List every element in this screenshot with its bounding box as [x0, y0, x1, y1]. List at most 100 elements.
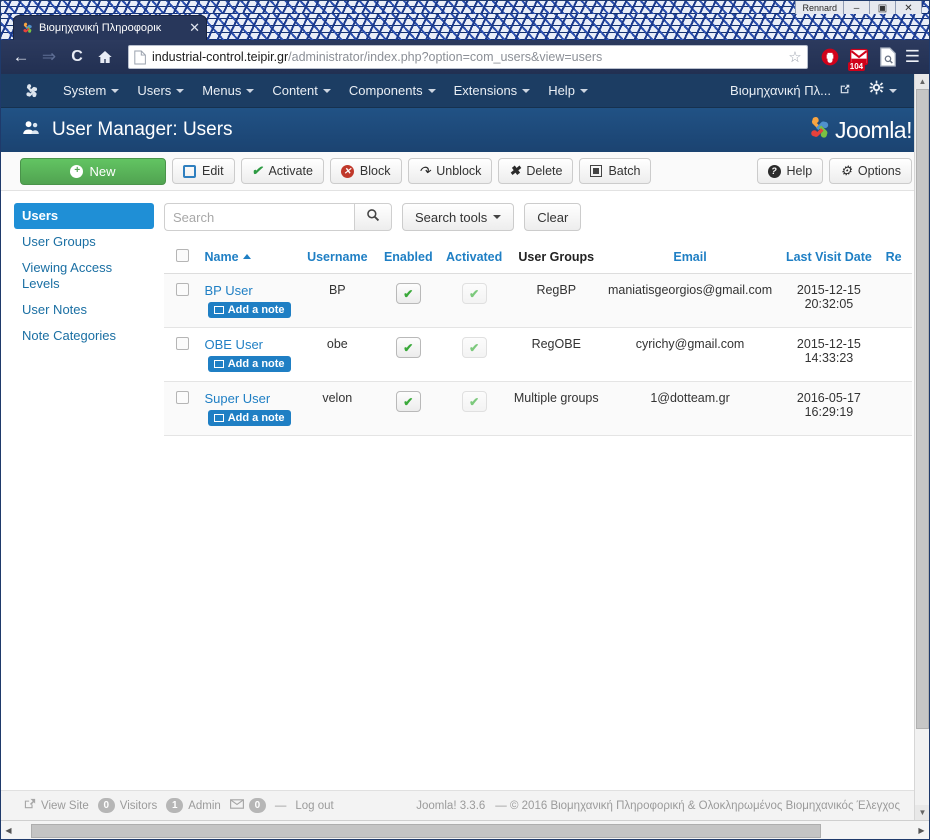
column-header-enabled[interactable]: Enabled	[376, 243, 440, 274]
activated-toggle[interactable]: ✔	[461, 391, 487, 412]
edit-button[interactable]: Edit	[172, 158, 235, 184]
row-select-cell[interactable]	[164, 327, 201, 382]
enabled-toggle[interactable]: ✔	[395, 337, 421, 358]
browser-menu-icon[interactable]: ☰	[905, 47, 920, 67]
row-select-cell[interactable]	[164, 381, 201, 436]
row-select-cell[interactable]	[164, 273, 201, 328]
column-header-registration-date[interactable]: Re	[881, 243, 913, 274]
back-icon[interactable]: ←	[8, 44, 34, 70]
column-header-name[interactable]: Name	[200, 243, 298, 274]
menu-item-users[interactable]: Users	[128, 74, 193, 108]
sidebar-item-note-categories[interactable]: Note Categories	[14, 323, 154, 349]
menu-item-components[interactable]: Components	[340, 74, 445, 108]
address-bar[interactable]: industrial-control.teipir.gr/administrat…	[128, 45, 808, 69]
scroll-right-arrow[interactable]: ▶	[913, 822, 930, 840]
view-site-link[interactable]: View Site	[24, 798, 89, 813]
sidebar-item-user-notes[interactable]: User Notes	[14, 297, 154, 323]
menu-item-system[interactable]: System	[54, 74, 128, 108]
bookmark-star-icon[interactable]: ☆	[782, 48, 801, 66]
batch-icon	[590, 165, 603, 177]
sidebar-item-label: Note Categories	[22, 328, 116, 343]
close-tab-icon[interactable]: ✕	[189, 21, 200, 34]
horizontal-scroll-thumb[interactable]	[31, 823, 821, 838]
gmail-icon[interactable]: 104	[846, 44, 872, 71]
chevron-down-icon	[176, 88, 185, 93]
admin-settings-menu[interactable]	[860, 74, 906, 108]
enabled-toggle[interactable]: ✔	[395, 391, 421, 412]
options-button-label: Options	[857, 164, 901, 178]
select-all-header[interactable]	[164, 243, 201, 274]
admin-stat: 1 Admin	[166, 798, 221, 813]
select-all-checkbox[interactable]	[175, 249, 189, 262]
home-icon[interactable]	[92, 44, 118, 70]
activate-button[interactable]: ✔ Activate	[240, 158, 324, 184]
column-header-email[interactable]: Email	[603, 243, 777, 274]
horizontal-scrollbar[interactable]: ◀ ▶	[0, 820, 930, 840]
options-button[interactable]: ⚙ Options	[829, 158, 912, 184]
enabled-toggle[interactable]: ✔	[395, 283, 421, 304]
sidebar-item-user-groups[interactable]: User Groups	[14, 229, 154, 255]
cell-activated: ✔	[439, 381, 509, 436]
search-input[interactable]	[164, 203, 354, 231]
site-name-link[interactable]: Βιομηχανική Πλ...	[721, 74, 860, 108]
maximize-button[interactable]: ▣	[870, 0, 896, 15]
reload-icon[interactable]: C	[64, 44, 90, 70]
activated-toggle[interactable]: ✔	[461, 283, 487, 304]
menu-item-help[interactable]: Help	[539, 74, 597, 108]
cell-name: OBE User Add a note	[200, 327, 298, 382]
adblock-icon[interactable]	[817, 44, 843, 70]
minimize-button[interactable]: –	[844, 0, 870, 15]
table-row[interactable]: BP User Add a note BP ✔ ✔ RegBP maniatis…	[164, 273, 913, 328]
search-icon	[366, 208, 380, 227]
joomla-logo-icon[interactable]	[22, 82, 40, 100]
user-name-link[interactable]: OBE User	[204, 337, 293, 352]
column-header-username[interactable]: Username	[297, 243, 377, 274]
table-row[interactable]: Super User Add a note velon ✔ ✔ Multiple…	[164, 381, 913, 436]
menu-item-menus[interactable]: Menus	[193, 74, 263, 108]
reader-icon[interactable]	[875, 44, 901, 70]
delete-button[interactable]: ✖ Delete	[498, 158, 574, 184]
vertical-scrollbar[interactable]: ▲ ▼	[914, 74, 930, 820]
unblock-button[interactable]: ↷ Unblock	[407, 158, 493, 184]
vertical-scroll-thumb[interactable]	[916, 89, 929, 729]
row-checkbox[interactable]	[175, 283, 189, 296]
note-icon	[213, 306, 224, 314]
column-header-activated[interactable]: Activated	[439, 243, 509, 274]
add-a-note-button[interactable]: Add a note	[207, 302, 291, 318]
menu-item-label: Users	[137, 82, 172, 98]
table-row[interactable]: OBE User Add a note obe ✔ ✔ RegOBE cyric…	[164, 327, 913, 382]
column-header-last-visit-date[interactable]: Last Visit Date	[776, 243, 882, 274]
block-button[interactable]: ✕ Block	[329, 158, 402, 184]
row-checkbox[interactable]	[175, 391, 189, 404]
browser-tab[interactable]: Βιομηχανική Πληροφορικ ✕	[14, 16, 206, 40]
search-button[interactable]	[354, 203, 392, 231]
new-button[interactable]: + New	[20, 157, 166, 185]
row-checkbox[interactable]	[175, 337, 189, 350]
add-a-note-button[interactable]: Add a note	[207, 356, 291, 372]
close-window-button[interactable]: ✕	[896, 0, 922, 15]
add-note-label: Add a note	[227, 304, 285, 316]
menu-item-content[interactable]: Content	[263, 74, 340, 108]
scroll-up-arrow[interactable]: ▲	[915, 74, 930, 89]
batch-button[interactable]: Batch	[579, 158, 652, 184]
user-name-link[interactable]: Super User	[204, 391, 293, 406]
menu-item-extensions[interactable]: Extensions	[445, 74, 540, 108]
scroll-down-arrow[interactable]: ▼	[915, 805, 930, 820]
delete-button-label: Delete	[526, 164, 563, 178]
help-button[interactable]: ? Help	[756, 158, 824, 184]
activated-toggle[interactable]: ✔	[461, 337, 487, 358]
logout-link[interactable]: Log out	[295, 800, 333, 812]
menu-item-label: Components	[348, 82, 423, 98]
user-name-link[interactable]: BP User	[204, 283, 293, 298]
sidebar-item-viewing-access-levels[interactable]: Viewing Access Levels	[14, 255, 154, 297]
messages-stat[interactable]: 0	[229, 798, 266, 813]
add-a-note-button[interactable]: Add a note	[207, 410, 291, 426]
page-header: User Manager: Users Joomla!	[0, 108, 930, 152]
clear-button[interactable]: Clear	[524, 203, 582, 231]
horizontal-scroll-track[interactable]	[17, 822, 913, 839]
sidebar-item-users[interactable]: Users	[14, 203, 154, 229]
forward-icon[interactable]: ⇒	[36, 44, 62, 70]
chevron-down-icon	[322, 88, 331, 93]
scroll-left-arrow[interactable]: ◀	[0, 822, 17, 840]
search-tools-button[interactable]: Search tools	[402, 203, 515, 231]
